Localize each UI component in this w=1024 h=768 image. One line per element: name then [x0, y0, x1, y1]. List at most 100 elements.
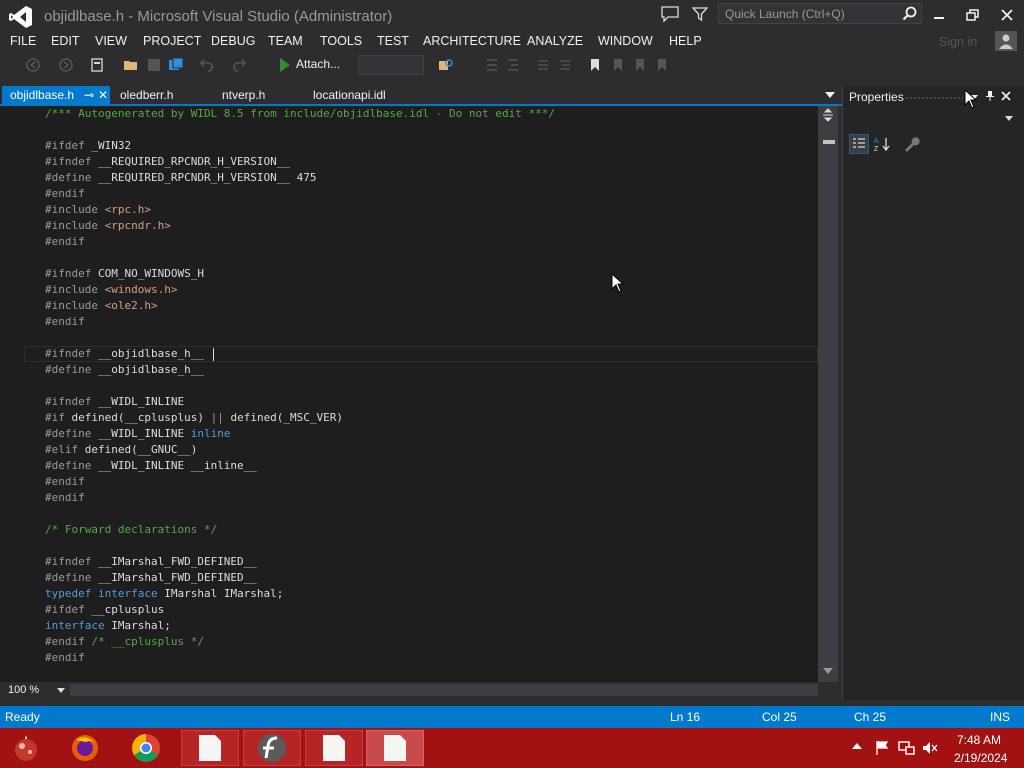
menu-tools[interactable]: TOOLS: [320, 34, 362, 48]
menu-team[interactable]: TEAM: [268, 34, 303, 48]
find-in-files-icon[interactable]: [438, 57, 454, 73]
menu-architecture[interactable]: ARCHITECTURE: [423, 34, 521, 48]
uncomment-icon[interactable]: [557, 57, 573, 73]
code-line: #include <ole2.h>: [45, 299, 158, 312]
tab-ntverp-h[interactable]: ntverp.h: [214, 86, 265, 105]
code-line: #endif: [45, 475, 85, 488]
network-icon[interactable]: [898, 740, 916, 756]
save-all-icon[interactable]: [168, 57, 184, 73]
clear-bookmarks-icon[interactable]: [654, 57, 670, 73]
search-icon[interactable]: [902, 6, 917, 21]
notifications-icon[interactable]: [660, 5, 680, 23]
code-line: #include <rpcndr.h>: [45, 219, 171, 232]
vertical-scrollbar[interactable]: [818, 106, 838, 682]
menu-edit[interactable]: EDIT: [51, 34, 79, 48]
account-icon[interactable]: [995, 31, 1017, 51]
menu-file[interactable]: FILE: [10, 34, 36, 48]
chrome-icon[interactable]: [127, 730, 165, 766]
start-button-icon[interactable]: [8, 730, 44, 766]
action-center-flag-icon[interactable]: [874, 740, 890, 756]
quick-launch-placeholder: Quick Launch (Ctrl+Q): [725, 7, 845, 21]
code-editor[interactable]: /*** Autogenerated by WIDL 8.5 from incl…: [24, 106, 818, 682]
menu-test[interactable]: TEST: [377, 34, 409, 48]
menu-view[interactable]: VIEW: [95, 34, 127, 48]
indent-icon[interactable]: [505, 57, 521, 73]
split-view-icon[interactable]: [821, 108, 835, 122]
chevron-down-icon[interactable]: [1005, 116, 1013, 122]
code-line: #include <windows.h>: [45, 283, 178, 296]
properties-object-selector[interactable]: [846, 110, 1020, 128]
menu-window[interactable]: WINDOW: [598, 34, 653, 48]
solution-config-dropdown[interactable]: [358, 55, 424, 75]
code-line: #ifndef __WIDL_INLINE: [45, 395, 185, 408]
sign-in-link[interactable]: Sign in: [939, 35, 977, 49]
close-panel-icon[interactable]: [1000, 90, 1012, 102]
code-line: interface IMarshal;: [45, 619, 171, 632]
prev-bookmark-icon[interactable]: [610, 57, 626, 73]
minimize-button[interactable]: [924, 4, 954, 26]
code-line: #endif: [45, 187, 85, 200]
menu-bar: FILE EDIT VIEW PROJECT DEBUG TEAM TOOLS …: [0, 32, 1024, 52]
next-bookmark-icon[interactable]: [632, 57, 648, 73]
taskbar-document-app-icon[interactable]: [305, 730, 363, 766]
scrollbar-thumb[interactable]: [823, 140, 835, 144]
close-tab-icon[interactable]: ✕: [98, 88, 108, 102]
firefox-icon[interactable]: [66, 730, 104, 766]
categorized-view-icon[interactable]: [849, 134, 869, 154]
undo-icon[interactable]: [198, 57, 214, 73]
quick-launch-input[interactable]: Quick Launch (Ctrl+Q): [718, 3, 922, 24]
outdent-icon[interactable]: [484, 57, 500, 73]
code-line: #elif defined(__GNUC__): [45, 443, 198, 456]
tab-oledberr-h[interactable]: oledberr.h: [112, 86, 173, 105]
new-project-icon[interactable]: [89, 57, 105, 73]
tab-label: objidlbase.h: [10, 88, 75, 102]
code-line: #define __WIDL_INLINE inline: [45, 427, 231, 440]
pin-icon[interactable]: [984, 90, 996, 102]
mouse-pointer-icon: [611, 273, 625, 293]
menu-analyze[interactable]: ANALYZE: [527, 34, 583, 48]
feedback-filter-icon[interactable]: [692, 5, 708, 23]
attach-button[interactable]: Attach...: [296, 57, 340, 71]
flash-player-icon[interactable]: [243, 730, 301, 766]
code-line: #ifndef COM_NO_WINDOWS_H: [45, 267, 204, 280]
mouse-pointer-icon: [964, 89, 978, 109]
show-hidden-icons-icon[interactable]: [852, 742, 862, 750]
menu-help[interactable]: HELP: [669, 34, 702, 48]
menu-project[interactable]: PROJECT: [143, 34, 201, 48]
visual-studio-logo-icon: [9, 6, 32, 28]
tab-locationapi-idl[interactable]: locationapi.idl: [305, 86, 386, 105]
taskbar-document-app-icon[interactable]: [366, 730, 424, 766]
code-line: #ifndef __REQUIRED_RPCNDR_H_VERSION__: [45, 155, 291, 168]
status-line: Ln 16: [670, 710, 701, 724]
open-file-icon[interactable]: [123, 57, 139, 73]
code-line: #endif: [45, 651, 85, 664]
clock-date[interactable]: 2/19/2024: [954, 751, 1007, 765]
property-pages-wrench-icon[interactable]: [902, 135, 920, 153]
navigate-forward-icon[interactable]: [58, 57, 74, 73]
start-play-icon[interactable]: [278, 56, 292, 74]
scroll-down-icon[interactable]: [823, 668, 833, 676]
tab-overflow-dropdown-icon[interactable]: [825, 92, 835, 98]
code-line: #ifdef __cplusplus: [45, 603, 165, 616]
menu-debug[interactable]: DEBUG: [211, 34, 255, 48]
comment-icon[interactable]: [535, 57, 551, 73]
redo-icon[interactable]: [232, 57, 248, 73]
code-line: #endif: [45, 235, 85, 248]
properties-title: Properties: [849, 90, 904, 104]
taskbar-document-app-icon[interactable]: [181, 730, 239, 766]
clock-time[interactable]: 7:48 AM: [957, 733, 1001, 747]
horizontal-scrollbar[interactable]: [70, 684, 818, 696]
alphabetical-sort-icon[interactable]: AZ: [873, 135, 891, 153]
pin-icon[interactable]: ⊸: [84, 88, 94, 102]
navigate-back-icon[interactable]: [25, 57, 41, 73]
tab-objidlbase-h[interactable]: objidlbase.h ⊸ ✕: [2, 86, 110, 105]
code-line: #if defined(__cplusplus) || defined(_MSC…: [45, 411, 344, 424]
volume-muted-icon[interactable]: [922, 740, 938, 756]
status-bar: Ready Ln 16 Col 25 Ch 25 INS: [0, 706, 1024, 728]
bookmark-icon[interactable]: [587, 57, 603, 73]
code-line: #endif /* __cplusplus */: [45, 635, 204, 648]
chevron-down-icon[interactable]: [57, 688, 65, 694]
close-button[interactable]: [992, 4, 1022, 26]
save-icon[interactable]: [146, 57, 162, 73]
restore-button[interactable]: [958, 4, 988, 26]
